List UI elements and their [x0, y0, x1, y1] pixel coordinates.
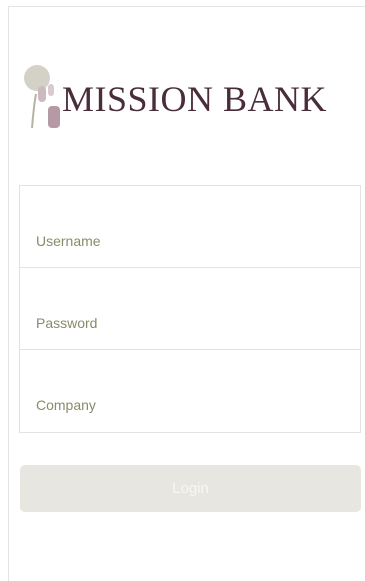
mission-bank-logo: MISSION BANK [22, 64, 362, 130]
login-button[interactable]: Login [20, 465, 361, 512]
mission-bank-mark-icon [24, 65, 60, 129]
password-field-row [20, 268, 360, 350]
login-form [19, 185, 361, 433]
username-input[interactable] [20, 186, 360, 267]
brand-name: MISSION BANK [62, 79, 328, 119]
username-field-row [20, 186, 360, 268]
password-input[interactable] [20, 268, 360, 349]
company-input[interactable] [20, 350, 360, 432]
company-field-row [20, 350, 360, 432]
